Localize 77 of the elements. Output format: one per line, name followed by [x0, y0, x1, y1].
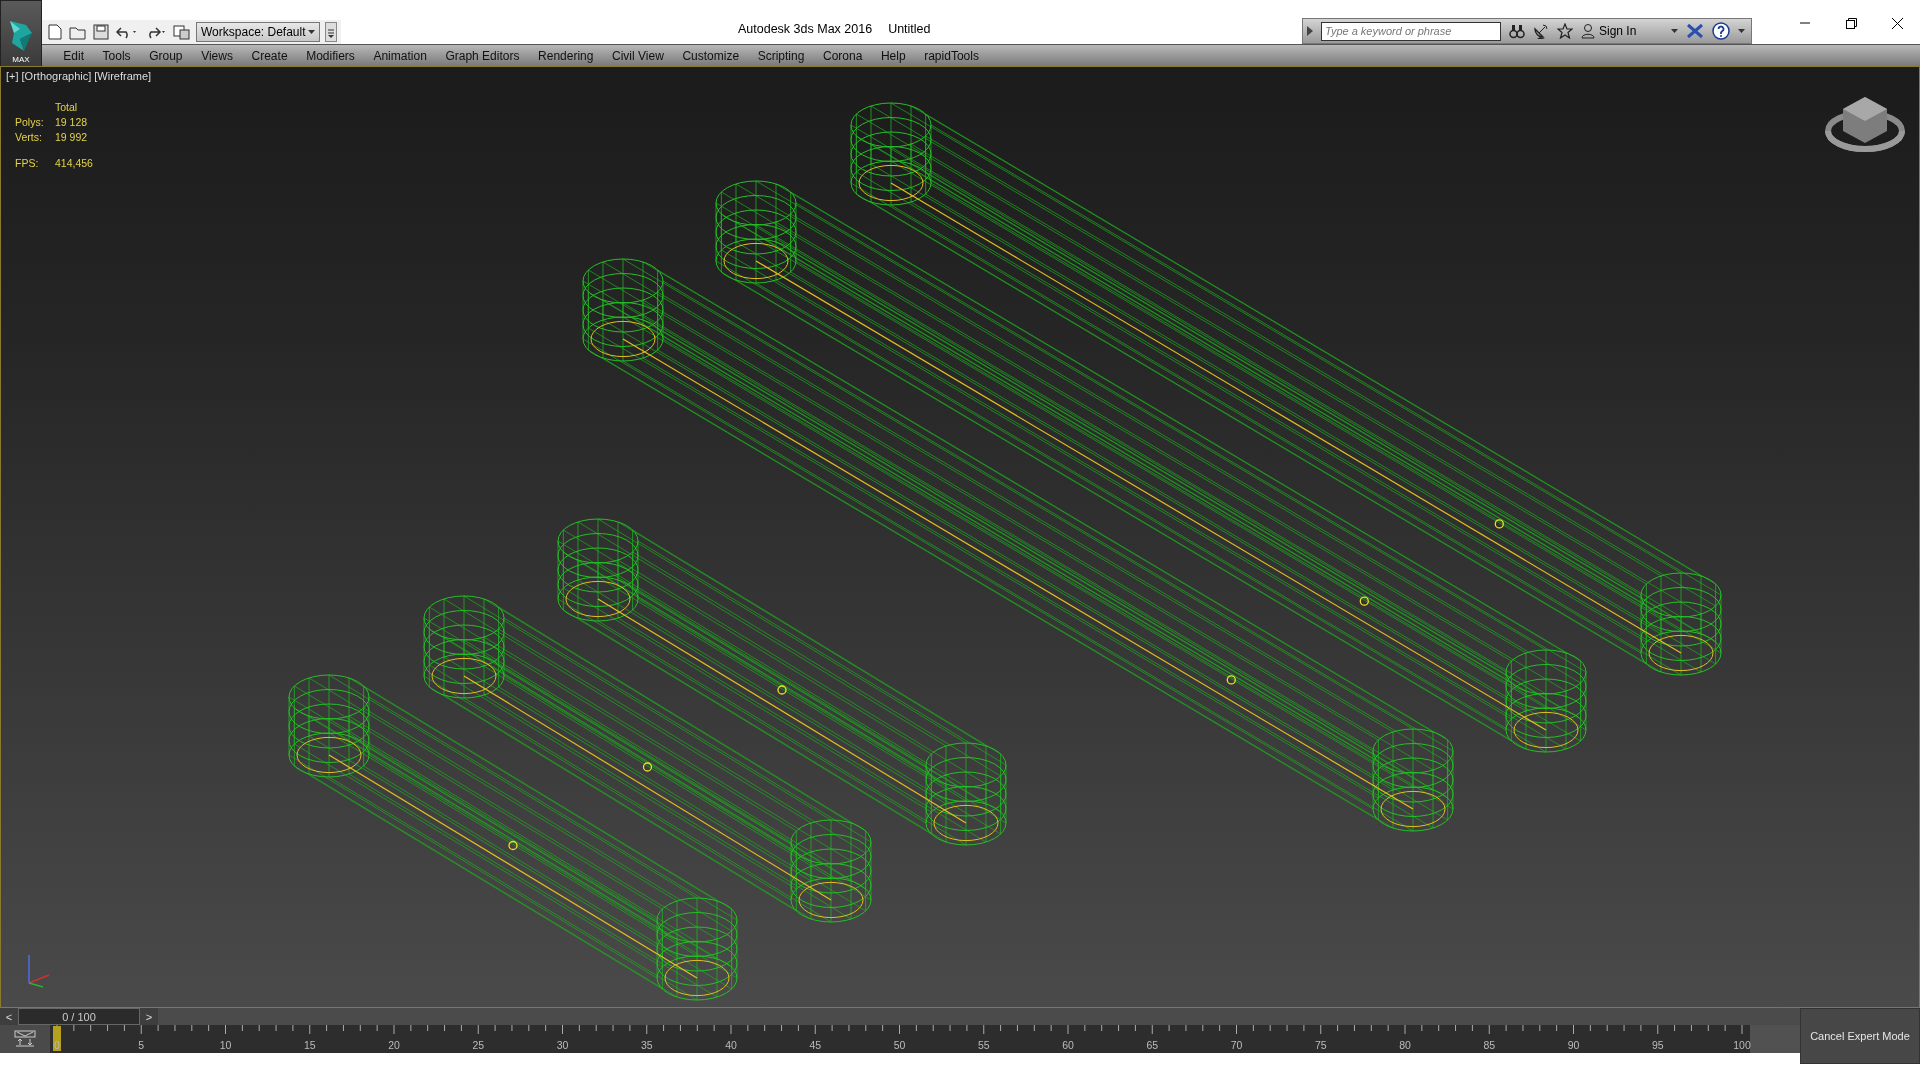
frame-number: 5: [138, 1039, 145, 1051]
menu-item[interactable]: Create: [242, 49, 297, 63]
stat-value: 19 992: [55, 131, 89, 143]
frame-number: 10: [219, 1039, 232, 1051]
frame-number: 35: [640, 1039, 653, 1051]
restore-icon: [1845, 17, 1857, 29]
menu-item[interactable]: Animation: [364, 49, 437, 63]
close-icon: [1891, 17, 1903, 29]
menu-item[interactable]: Edit: [54, 49, 94, 63]
frame-number: 80: [1399, 1039, 1411, 1051]
menu-item[interactable]: Scripting: [748, 49, 814, 63]
search-field[interactable]: Type a keyword or phrase: [1321, 21, 1501, 41]
viewport-label[interactable]: [Orthographic]: [21, 70, 92, 82]
frame-number: 40: [725, 1039, 737, 1051]
frame-number: 15: [303, 1039, 316, 1051]
application-button[interactable]: MAX: [0, 0, 42, 67]
satellite-dish-icon[interactable]: [1533, 23, 1549, 39]
caret-icon[interactable]: [1671, 29, 1678, 33]
expand-arrow-icon[interactable]: [1307, 26, 1313, 36]
frame-number: 45: [809, 1039, 822, 1051]
star-icon[interactable]: [1557, 23, 1573, 39]
frame-number: 90: [1567, 1039, 1580, 1051]
frame-number: 25: [472, 1039, 485, 1051]
sign-in-button[interactable]: Sign In: [1581, 23, 1637, 39]
document-title: Untitled: [888, 22, 931, 36]
frame-number: 50: [893, 1039, 906, 1051]
menu-item[interactable]: Customize: [673, 49, 749, 63]
menu-item[interactable]: Corona: [813, 49, 872, 63]
caret-icon[interactable]: [1738, 29, 1745, 33]
save-icon[interactable]: [92, 24, 110, 40]
frame-number: 70: [1230, 1039, 1243, 1051]
frame-number: 65: [1146, 1039, 1159, 1051]
frame-number: 30: [556, 1039, 569, 1051]
user-icon: [1581, 23, 1595, 39]
frame-number: 75: [1314, 1039, 1327, 1051]
menu-item[interactable]: Group: [139, 49, 192, 63]
key-filter-icon[interactable]: [14, 1030, 36, 1048]
stat-label: Polys:: [15, 116, 45, 128]
frame-number: 95: [1651, 1039, 1664, 1051]
exchange-icon[interactable]: [1686, 23, 1704, 39]
frame-number: 55: [977, 1039, 990, 1051]
menu-item[interactable]: Tools: [93, 49, 140, 63]
frame-number: 0: [54, 1039, 60, 1051]
menu-item[interactable]: Views: [191, 49, 243, 63]
cancel-expert-mode-button[interactable]: Cancel Expert Mode: [1800, 1008, 1920, 1064]
new-file-icon[interactable]: [46, 24, 64, 40]
menu-item[interactable]: Civil View: [602, 49, 674, 63]
binoculars-icon[interactable]: [1509, 23, 1525, 39]
menu-item[interactable]: Modifiers: [296, 49, 365, 63]
viewport-label[interactable]: [Wireframe]: [94, 70, 152, 82]
app-title: Autodesk 3ds Max 2016: [738, 22, 873, 36]
menu-item[interactable]: Rendering: [528, 49, 603, 63]
workspace-dropdown[interactable]: Workspace: Default: [196, 22, 320, 42]
frame-number: 60: [1062, 1039, 1074, 1051]
stat-value: 414,456: [55, 157, 93, 169]
open-folder-icon[interactable]: [69, 24, 87, 40]
stat-label: Verts:: [15, 131, 43, 143]
menu-item[interactable]: Graph Editors: [436, 49, 529, 63]
current-frame-marker[interactable]: [53, 1026, 61, 1051]
stat-label: FPS:: [15, 157, 40, 169]
frame-number: 100: [1733, 1039, 1751, 1051]
viewport-label[interactable]: [+]: [6, 70, 19, 82]
help-icon[interactable]: [1712, 22, 1730, 40]
previous-frame-button[interactable]: <: [0, 1008, 18, 1025]
next-frame-button[interactable]: >: [140, 1008, 158, 1025]
caret-icon: [308, 30, 315, 34]
customize-toolbar-icon[interactable]: [325, 22, 337, 42]
undo-icon[interactable]: [115, 24, 139, 40]
frame-number: 20: [388, 1039, 400, 1051]
frame-number: 85: [1483, 1039, 1496, 1051]
stats-header: Total: [55, 101, 79, 113]
project-folder-icon[interactable]: [173, 24, 191, 40]
menu-item[interactable]: rapidTools: [914, 49, 989, 63]
logo-label: MAX: [12, 55, 30, 66]
menu-item[interactable]: Help: [871, 49, 915, 63]
stat-value: 19 128: [55, 116, 89, 128]
time-slider-thumb[interactable]: 0 / 100: [18, 1008, 140, 1025]
